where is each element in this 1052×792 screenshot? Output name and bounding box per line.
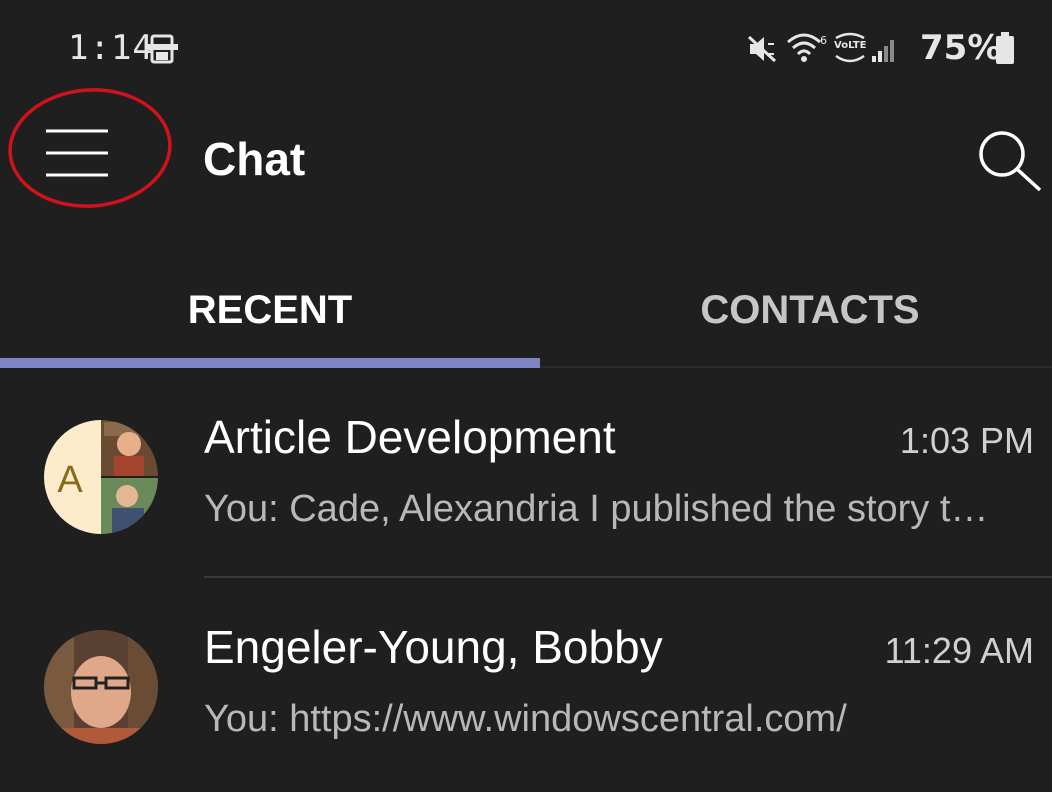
app-header: Chat [0, 88, 1052, 230]
chat-preview: You: https://www.windowscentral.com/ [204, 698, 847, 740]
volte-icon: VoLTE [834, 32, 867, 63]
chat-list-item[interactable]: A Article Development 1:03 PM You: Cade,… [0, 372, 1052, 582]
tab-bar: RECENT CONTACTS [0, 262, 1052, 372]
svg-text:VoLTE: VoLTE [834, 40, 867, 51]
chat-name: Article Development [204, 411, 616, 463]
chat-time: 11:29 AM [884, 630, 1034, 671]
chat-preview: You: Cade, Alexandria I published the st… [204, 488, 994, 530]
avatar [44, 630, 158, 744]
battery-percent: 75% [920, 28, 1002, 68]
group-avatar: A [44, 420, 158, 534]
tab-contacts[interactable]: CONTACTS [540, 262, 1052, 358]
battery-icon [996, 32, 1014, 64]
chat-name: Engeler-Young, Bobby [204, 621, 663, 673]
tab-recent[interactable]: RECENT [0, 262, 540, 358]
svg-text:6: 6 [820, 34, 827, 47]
screenshot-icon [146, 34, 178, 64]
svg-text:A: A [57, 459, 83, 501]
chat-list-item[interactable]: Engeler-Young, Bobby 11:29 AM You: https… [0, 582, 1052, 792]
list-divider [204, 576, 1052, 578]
hamburger-menu-icon[interactable] [44, 122, 110, 180]
signal-icon [872, 40, 894, 62]
wifi-icon: 6 [787, 33, 827, 62]
active-tab-indicator [0, 358, 540, 368]
search-icon[interactable] [976, 130, 1046, 192]
status-bar: 1:14 6 VoLTE 75% [0, 0, 1052, 100]
status-time: 1:14 [68, 28, 154, 68]
page-title: Chat [203, 133, 306, 185]
tab-divider [540, 366, 1052, 368]
mute-icon [747, 35, 777, 63]
chat-time: 1:03 PM [899, 420, 1034, 461]
